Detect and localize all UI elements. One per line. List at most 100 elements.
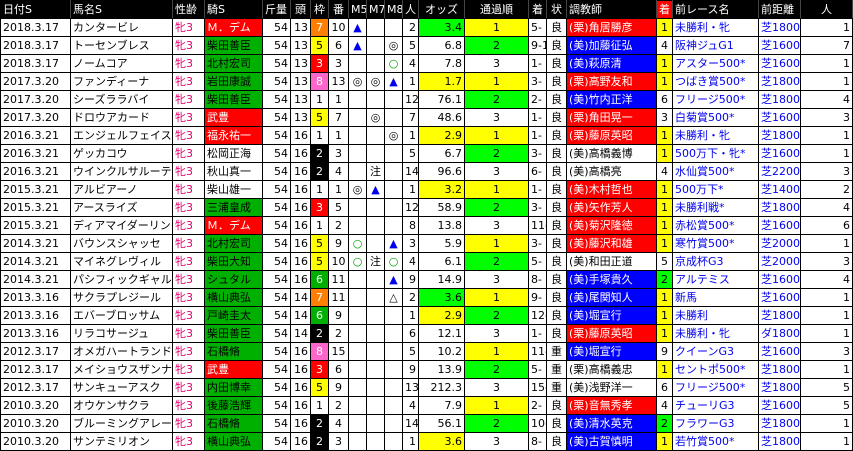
passing-order: 3- 3- 2 bbox=[528, 198, 547, 217]
popularity: 5 bbox=[402, 144, 419, 163]
col-trainer[interactable]: 調教師 bbox=[566, 0, 657, 19]
race-date: 2018.3.17 bbox=[0, 36, 71, 55]
table-row[interactable]: 2014.3.21バウンスシャッセ牝3北村宏司541659○▲35.913- 3… bbox=[0, 234, 853, 253]
popularity: 4 bbox=[402, 396, 419, 415]
prev-finish: 1 bbox=[656, 144, 673, 163]
horse-number: 3 bbox=[328, 432, 349, 451]
table-row[interactable]: 2013.3.16リラコサージュ牝3柴田善臣541422612.131- 1- … bbox=[0, 324, 853, 343]
race-date: 2010.3.20 bbox=[0, 396, 71, 415]
col-prev-finish[interactable]: 着 bbox=[656, 0, 673, 19]
sex-age: 牝3 bbox=[172, 54, 205, 73]
col-weight[interactable]: 斤量 bbox=[262, 0, 291, 19]
mark-m5 bbox=[348, 414, 367, 433]
race-date: 2010.3.20 bbox=[0, 414, 71, 433]
prev-distance: 芝1600 bbox=[758, 54, 801, 73]
mark-m5 bbox=[348, 360, 367, 379]
col-number[interactable]: 番 bbox=[328, 0, 349, 19]
col-prev-race[interactable]: 前レース名 bbox=[672, 0, 759, 19]
waku: 3 bbox=[310, 360, 329, 379]
col-m7[interactable]: M7 bbox=[366, 0, 385, 19]
trainer: (栗)角田晃一 bbox=[566, 108, 657, 127]
waku: 1 bbox=[310, 216, 329, 235]
table-row[interactable]: 2015.3.21アースライズ牝3三浦皇成541635 1258.923- 3- … bbox=[0, 198, 853, 217]
weight: 54 bbox=[262, 396, 291, 415]
table-row[interactable]: 2013.3.16エバーブロッサム牝3戸崎圭太54146912.9212-12-… bbox=[0, 306, 853, 325]
finish: 3 bbox=[464, 54, 529, 73]
table-row[interactable]: 2016.3.21 ウインクルサルーテ 牝3 秋山真一 54 16 2 4 注 14 96.6 3 6-… bbox=[0, 162, 853, 181]
col-odds[interactable]: オッズ bbox=[418, 0, 465, 19]
waku: 6 bbox=[310, 270, 329, 289]
header-row: 日付S 馬名S 性齢 騎S 斤量 頭 枠 番 M5 M7 M8 人 オッズ 通過… bbox=[0, 0, 853, 19]
prev-popularity: 1 bbox=[800, 72, 853, 91]
col-prev-popularity[interactable]: 人 bbox=[800, 0, 853, 19]
col-m5[interactable]: M5 bbox=[348, 0, 367, 19]
finish: 2 bbox=[464, 252, 529, 271]
passing-order: 6- 6- 5 bbox=[528, 162, 547, 181]
horse-name: アルビアーノ bbox=[70, 180, 173, 199]
prev-race: アルテミス bbox=[672, 270, 759, 289]
runners: 13 bbox=[290, 18, 311, 37]
col-date[interactable]: 日付S bbox=[0, 0, 71, 19]
jockey: 柴田善臣 bbox=[204, 324, 263, 343]
passing-order: 12-12-12 bbox=[528, 306, 547, 325]
finish: 1 bbox=[464, 288, 529, 307]
weight: 54 bbox=[262, 126, 291, 145]
mark-m7 bbox=[366, 432, 385, 451]
table-row[interactable]: 2018.3.17ノームコア牝3北村宏司541333○47.831- 1- 1良… bbox=[0, 54, 853, 73]
sex-age: 牝3 bbox=[172, 198, 205, 217]
table-row[interactable]: 2017.3.20 ファンディーナ 牝3 岩田康誠 54 13 8 13 ◎ ◎ ▲ 1 1.7 1 3- … bbox=[0, 72, 853, 91]
col-passing[interactable]: 通過順 bbox=[464, 0, 529, 19]
finish: 3 bbox=[464, 216, 529, 235]
table-row[interactable]: 2010.3.20ブルーミングアレー牝3石橋脩5416241456.1210- … bbox=[0, 414, 853, 433]
mark-m7 bbox=[366, 90, 385, 109]
table-row[interactable]: 2015.3.21アルビアーノ牝3柴山雄一541611◎▲13.211- 1- … bbox=[0, 180, 853, 199]
waku: 1 bbox=[310, 90, 329, 109]
col-runners[interactable]: 頭 bbox=[290, 0, 311, 19]
col-popularity[interactable]: 人 bbox=[402, 0, 419, 19]
table-row[interactable]: 2016.3.21ゲッカコウ牝3松岡正海54162356.723- 3- 3良(… bbox=[0, 144, 853, 163]
waku: 8 bbox=[310, 342, 329, 361]
mark-m5 bbox=[348, 54, 367, 73]
trainer: (美)高橋義博 bbox=[566, 144, 657, 163]
table-row[interactable]: 2010.3.20サンテミリオン牝3横山典弘54162313.638- 7- 6… bbox=[0, 432, 853, 451]
table-row[interactable]: 2018.3.17トーセンブレス牝3柴田善臣541356▲◎56.829-10-… bbox=[0, 36, 853, 55]
table-row[interactable]: 2013.3.16サクラプレジール牝3横山典弘5414711△23.619- 9… bbox=[0, 288, 853, 307]
jockey: 武豊 bbox=[204, 108, 263, 127]
horse-number: 7 bbox=[328, 108, 349, 127]
col-sex-age[interactable]: 性齢 bbox=[172, 0, 205, 19]
prev-popularity: 1 bbox=[800, 306, 853, 325]
col-prev-distance[interactable]: 前距離 bbox=[758, 0, 801, 19]
prev-race: 未勝利・牝 bbox=[672, 18, 759, 37]
mark-m7 bbox=[366, 306, 385, 325]
table-row[interactable]: 2016.3.21エンジェルフェイス牝3福永祐一541611◎12.911- 1… bbox=[0, 126, 853, 145]
horse-number: 2 bbox=[328, 324, 349, 343]
col-condition[interactable]: 状 bbox=[546, 0, 567, 19]
table-row[interactable]: 2010.3.20オウケンサクラ牝3後藤浩輝54161247.912- 2- 2… bbox=[0, 396, 853, 415]
odds: 58.9 bbox=[418, 198, 465, 217]
table-row[interactable]: 2012.3.17メイショウスザンナ牝3武豊541636 913.925- 3- … bbox=[0, 360, 853, 379]
table-row[interactable]: 2012.3.17サンキューアスク牝3内田博幸54165913212.3315-… bbox=[0, 378, 853, 397]
table-row[interactable]: 2014.3.21 マイネグレヴィル 牝3 柴田大知 54 16 5 10 ○ 注 ○ 4 6.1 2 5-… bbox=[0, 252, 853, 271]
mark-m7 bbox=[366, 18, 385, 37]
table-row[interactable]: 2014.3.21 パシフィックギャル 牝3 シュタル 54 16 6 11 ▲ 9 14.9 3 8-… bbox=[0, 270, 853, 289]
race-date: 2016.3.21 bbox=[0, 126, 71, 145]
prev-distance: 芝1800 bbox=[758, 414, 801, 433]
col-waku[interactable]: 枠 bbox=[310, 0, 329, 19]
mark-m7 bbox=[366, 234, 385, 253]
track-condition: 良 bbox=[546, 414, 567, 433]
table-row[interactable]: 2018.3.17カンタービレ牝3Ｍ．デム5413710▲23.415- 5- … bbox=[0, 18, 853, 37]
col-finish[interactable]: 着 bbox=[528, 0, 547, 19]
prev-distance: 芝1800 bbox=[758, 360, 801, 379]
table-row[interactable]: 2015.3.21ディアマイダーリン牝3Ｍ．デム541612813.8311-1… bbox=[0, 216, 853, 235]
mark-m8 bbox=[384, 378, 403, 397]
waku: 6 bbox=[310, 306, 329, 325]
table-row[interactable]: 2017.3.20シーズララバイ牝3柴田善臣5413111276.122- 2-… bbox=[0, 90, 853, 109]
table-row[interactable]: 2017.3.20ドロウアカード牝3武豊541357◎748.631- 1- 1… bbox=[0, 108, 853, 127]
popularity: 5 bbox=[402, 36, 419, 55]
table-row[interactable]: 2012.3.17オメガハートランド牝3石橋脩5416815 510.2111-1… bbox=[0, 342, 853, 361]
mark-m5 bbox=[348, 432, 367, 451]
col-horse[interactable]: 馬名S bbox=[70, 0, 173, 19]
odds: 5.9 bbox=[418, 234, 465, 253]
col-m8[interactable]: M8 bbox=[384, 0, 403, 19]
col-jockey[interactable]: 騎S bbox=[204, 0, 263, 19]
